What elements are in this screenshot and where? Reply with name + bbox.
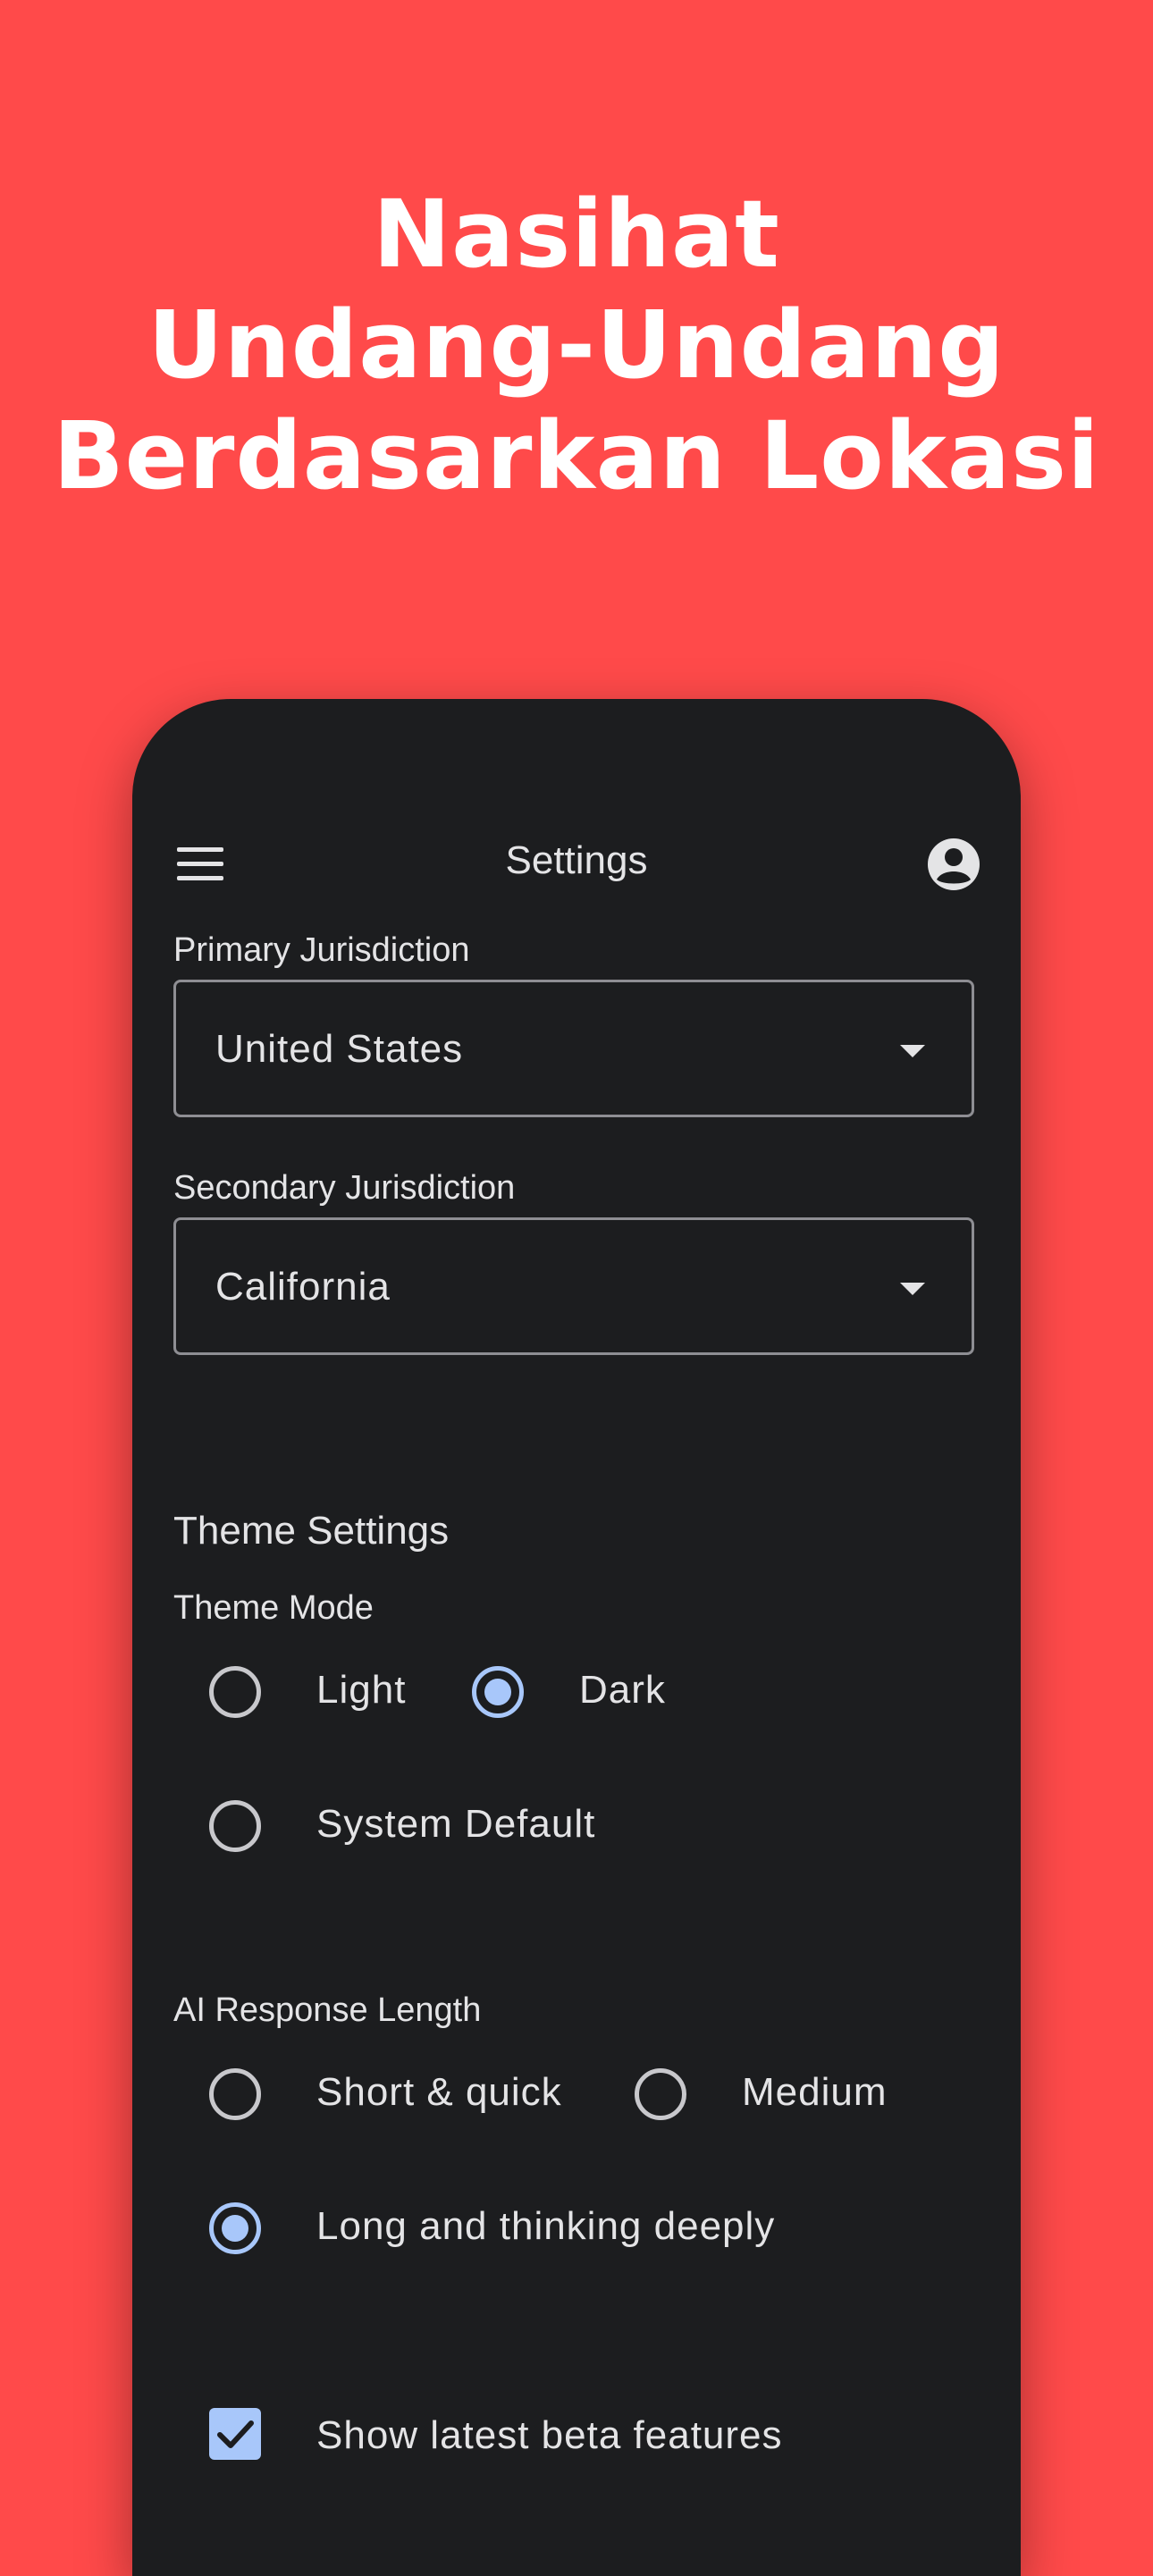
- theme-option-label: Dark: [579, 1668, 666, 1712]
- secondary-jurisdiction-value: California: [215, 1265, 391, 1309]
- dropdown-arrow-icon: [900, 1045, 925, 1057]
- dropdown-arrow-icon: [900, 1283, 925, 1295]
- headline-line-2: Undang-Undang: [147, 290, 1006, 400]
- radio-selected-icon: [472, 1666, 524, 1718]
- ai-response-option-medium[interactable]: Medium: [635, 2054, 938, 2134]
- primary-jurisdiction-select[interactable]: United States: [173, 980, 974, 1117]
- theme-option-label: System Default: [316, 1802, 596, 1846]
- ai-response-length-label: AI Response Length: [173, 1991, 482, 2029]
- primary-jurisdiction-value: United States: [215, 1027, 464, 1071]
- primary-jurisdiction-label: Primary Jurisdiction: [173, 931, 470, 969]
- secondary-jurisdiction-select[interactable]: California: [173, 1217, 974, 1355]
- ai-response-option-label: Short & quick: [316, 2070, 562, 2114]
- beta-features-checkbox[interactable]: Show latest beta features: [209, 2397, 888, 2478]
- ai-response-option-long[interactable]: Long and thinking deeply: [209, 2188, 871, 2269]
- promo-headline: Nasihat Undang-Undang Berdasarkan Lokasi: [0, 179, 1153, 511]
- radio-unselected-icon: [209, 1666, 261, 1718]
- account-circle-icon[interactable]: [922, 833, 985, 896]
- theme-mode-label: Theme Mode: [173, 1589, 374, 1627]
- checkbox-checked-icon: [209, 2408, 261, 2460]
- theme-settings-title: Theme Settings: [173, 1509, 450, 1553]
- radio-selected-icon: [209, 2202, 261, 2254]
- beta-features-label: Show latest beta features: [316, 2413, 783, 2457]
- headline-line-1: Nasihat: [373, 180, 780, 289]
- secondary-jurisdiction-label: Secondary Jurisdiction: [173, 1169, 516, 1207]
- app-bar: Settings: [132, 806, 1021, 922]
- headline-line-3: Berdasarkan Lokasi: [53, 401, 1100, 510]
- ai-response-option-short[interactable]: Short & quick: [209, 2054, 593, 2134]
- phone-frame: Settings Primary Jurisdiction United Sta…: [132, 699, 1021, 2576]
- ai-response-option-label: Medium: [742, 2070, 888, 2114]
- page-title: Settings: [505, 838, 648, 882]
- radio-unselected-icon: [209, 2068, 261, 2120]
- theme-option-light[interactable]: Light: [209, 1652, 424, 1732]
- theme-option-dark[interactable]: Dark: [472, 1652, 704, 1732]
- radio-unselected-icon: [635, 2068, 686, 2120]
- theme-option-label: Light: [316, 1668, 407, 1712]
- ai-response-option-label: Long and thinking deeply: [316, 2204, 776, 2248]
- radio-unselected-icon: [209, 1800, 261, 1852]
- theme-option-system-default[interactable]: System Default: [209, 1786, 710, 1866]
